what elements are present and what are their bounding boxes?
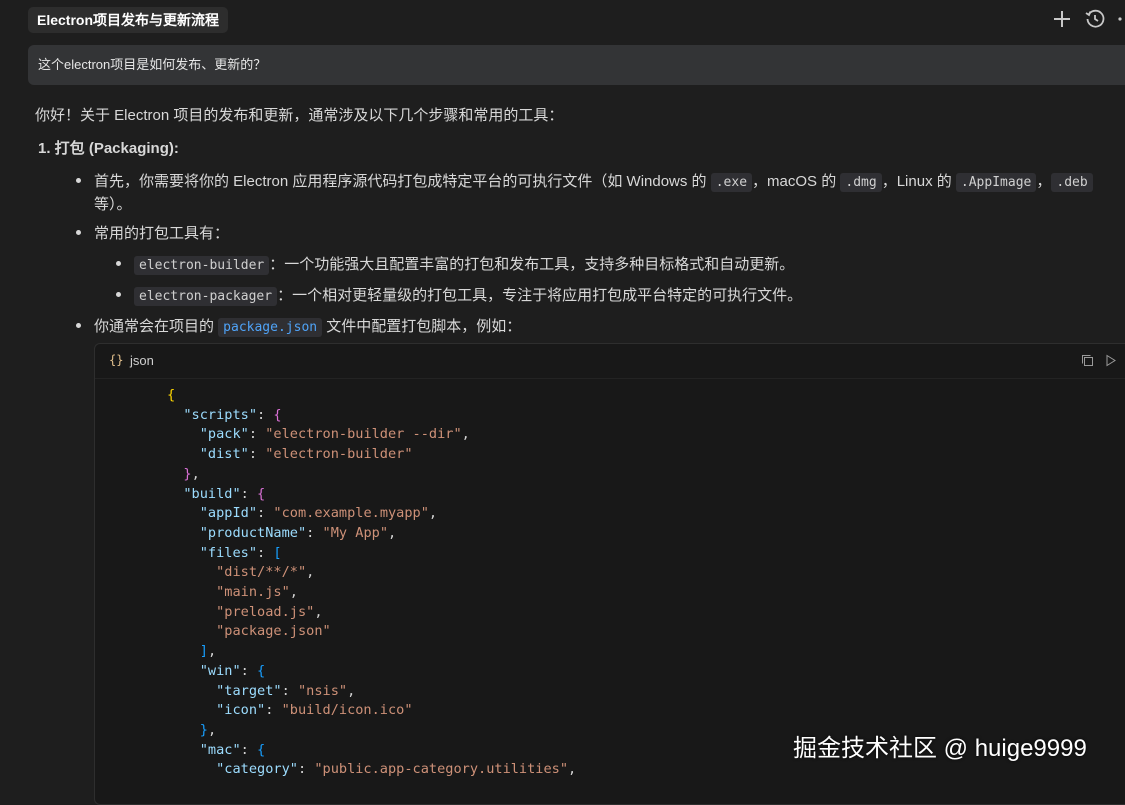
text: ：一个功能强大且配置丰富的打包和发布工具，支持多种目标格式和自动更新。 [269, 256, 795, 273]
inline-code: .deb [1051, 173, 1093, 192]
plus-icon[interactable] [1051, 8, 1073, 30]
bullet-dot [116, 292, 121, 297]
intro-text: 你好！关于 Electron 项目的发布和更新，通常涉及以下几个步骤和常用的工具… [35, 107, 564, 124]
text: ，Linux 的 [881, 173, 956, 190]
bullet-dot [76, 230, 81, 235]
bullet-dot [116, 261, 121, 266]
inline-code: .exe [710, 173, 753, 192]
text: 你通常会在项目的 [94, 318, 219, 335]
text: 首先，你需要将你的 Electron 应用程序源代码打包成特定平台的可执行文件（… [94, 173, 711, 190]
list-item: 首先，你需要将你的 Electron 应用程序源代码打包成特定平台的可执行文件（… [94, 170, 1093, 192]
more-icon[interactable] [1115, 8, 1125, 30]
braces-icon: {} [109, 353, 124, 367]
text: ， [1036, 173, 1052, 190]
text: ，macOS 的 [752, 173, 841, 190]
code-language-label: json [130, 353, 154, 368]
watermark: 掘金技术社区 @ huige9999 [793, 735, 1087, 762]
code-content: { "scripts": { "pack": "electron-builder… [167, 387, 577, 778]
text: ：一个相对更轻量级的打包工具，专注于将应用打包成平台特定的可执行文件。 [277, 287, 803, 304]
section-heading: 1. 打包 (Packaging): [38, 140, 179, 157]
history-icon[interactable] [1084, 8, 1106, 30]
inline-code: package.json [218, 318, 323, 337]
bullet-dot [76, 323, 81, 328]
list-item: 常用的打包工具有： [94, 225, 230, 242]
user-message: 这个electron项目是如何发布、更新的？ [28, 45, 1125, 85]
code-block-header: {} json [95, 344, 1125, 379]
inline-code: .dmg [840, 173, 882, 192]
inline-code: electron-builder [134, 256, 270, 275]
list-item: 你通常会在项目的 package.json 文件中配置打包脚本，例如： [94, 315, 522, 337]
text: 文件中配置打包脚本，例如： [322, 318, 522, 335]
sub-list-item: electron-packager ：一个相对更轻量级的打包工具，专注于将应用打包… [134, 284, 803, 306]
inline-code: electron-packager [134, 287, 278, 306]
copy-icon[interactable] [1081, 354, 1094, 372]
play-icon[interactable] [1105, 354, 1117, 372]
conversation-title[interactable]: Electron项目发布与更新流程 [28, 7, 229, 33]
inline-code: .AppImage [955, 173, 1037, 192]
sub-list-item: electron-builder ：一个功能强大且配置丰富的打包和发布工具，支持多… [134, 253, 795, 275]
list-item-continuation: 等）。 [94, 196, 132, 213]
top-bar: Electron项目发布与更新流程 [0, 0, 1125, 40]
bullet-dot [76, 178, 81, 183]
